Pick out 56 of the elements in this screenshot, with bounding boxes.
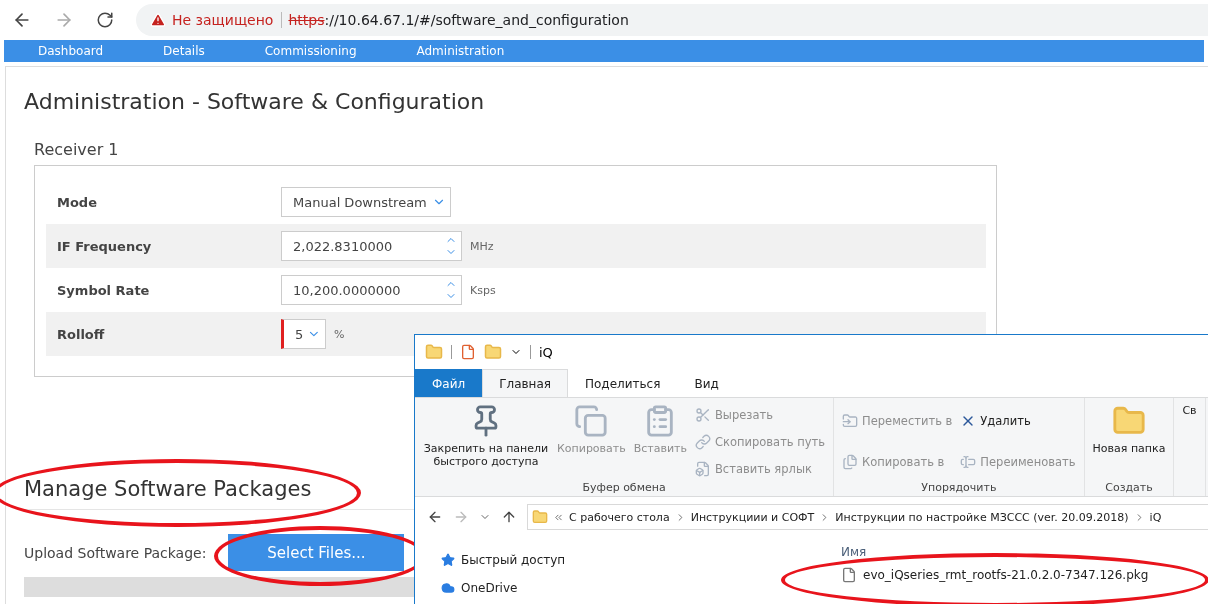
url-text: https://10.64.67.1/#/software_and_configuration [288,12,629,28]
group-label: Буфер обмена [581,481,667,494]
section-title: Manage Software Packages [24,477,312,501]
window-title: iQ [539,344,553,360]
breadcrumb[interactable]: Инструкциии и СОФТ [690,510,815,524]
select-field[interactable]: Manual Downstream [281,187,451,217]
cloud-icon [441,581,455,595]
rename-icon [960,453,977,470]
page-title: Administration - Software & Configuration [24,89,486,114]
security-label: Не защищено [172,12,283,28]
link-icon [695,433,711,450]
group-label: Создать [1104,481,1154,494]
scissors-icon [695,406,711,423]
path-bar[interactable]: С рабочего стола Инструкциии и СОФТ Инструкции по настройке МЗССС (ver. 20.09.2018) iQ [527,504,1208,530]
folder-arrow-icon [842,413,859,430]
field-label: Rolloff [56,326,106,342]
folder-icon [532,509,548,525]
nav-pane-item[interactable]: OneDrive [441,581,841,595]
unit-label: Ksps [470,283,496,297]
file-item[interactable]: evo_iQseries_rmt_rootfs-21.0.2.0-7347.126.pkg [841,567,1149,583]
folder-icon [425,343,443,361]
select-field[interactable]: 5 [281,319,326,349]
document-icon[interactable] [460,344,476,360]
ribbon-button[interactable]: Новая папка [1090,402,1168,481]
ribbon-button[interactable]: Св [1180,402,1199,494]
ribbon-button[interactable]: Закрепить на панели быстрого доступа [421,402,551,481]
ribbon-tab[interactable]: Файл [415,369,483,397]
column-header[interactable]: Имя [841,545,1208,559]
field-label: Symbol Rate [56,282,151,298]
file-icon [841,567,857,583]
address-bar[interactable]: Не защищено https://10.64.67.1/#/software_and_configuration [136,4,1208,36]
warning-icon [150,12,166,28]
group-label: Упорядочить [920,481,998,494]
back-icon[interactable] [427,509,443,525]
reload-icon[interactable] [96,11,114,29]
number-field[interactable]: 10,200.0000000 [281,275,462,305]
nav-pane-item[interactable]: Быстрый доступ [441,553,841,567]
unit-label: MHz [470,239,494,253]
ribbon-button[interactable]: Удалить [958,411,1078,432]
breadcrumb[interactable]: С рабочего стола [569,510,670,524]
star-icon [441,553,455,567]
copy-icon [574,404,609,438]
copy-icon [842,453,859,470]
breadcrumb[interactable]: iQ [1149,510,1162,524]
forward-icon[interactable] [453,509,469,525]
number-field[interactable]: 2,022.8310000 [281,231,462,261]
field-label: IF Frequency [56,238,153,254]
folder-icon[interactable] [484,343,502,361]
up-icon[interactable] [501,509,517,525]
ribbon-tab[interactable]: Главная [482,369,568,397]
section-title: Receiver 1 [34,140,120,159]
field-label: Mode [56,194,98,210]
shortcut-icon [695,460,711,477]
breadcrumb[interactable]: Инструкции по настройке МЗССС (ver. 20.09.2018) [835,510,1129,524]
upload-label: Upload Software Package: [24,544,207,561]
unit-label: % [334,327,345,341]
